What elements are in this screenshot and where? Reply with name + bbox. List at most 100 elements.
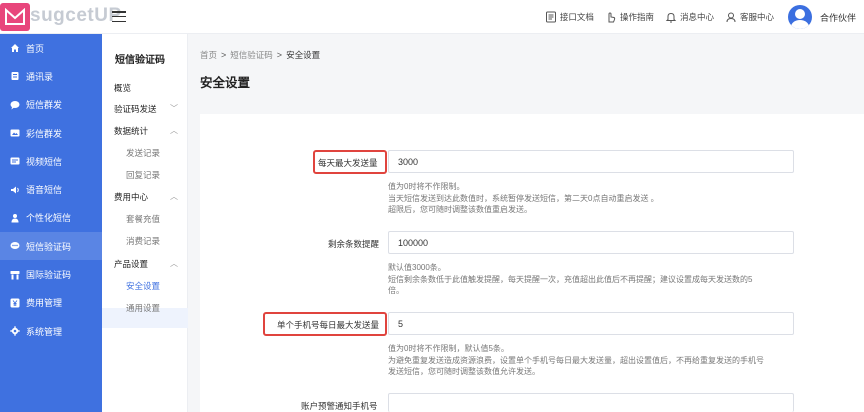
sidebar-item-label: 语音短信 (26, 185, 63, 196)
chevron-up-icon: ︿ (170, 126, 178, 135)
submenu-code-send[interactable]: 验证码发送 ﹀ (114, 103, 180, 115)
globe-icon (10, 270, 20, 280)
submenu: 短信验证码 概览 验证码发送 ﹀ 数据统计 ︿ 发送记录 回复记录 费用中心 ︿ 套餐… (102, 34, 188, 412)
mms-icon (10, 129, 20, 137)
submenu-stats[interactable]: 数据统计 ︿ (114, 125, 180, 137)
submenu-package-recharge[interactable]: 套餐充值 (126, 213, 192, 225)
hint-line: 值为0时将不作限制。 (388, 182, 465, 191)
hint-line: 发送短信，您可随时调整该数值允许发送。 (388, 367, 540, 376)
daily-max-input[interactable] (388, 150, 794, 173)
per-phone-label: 单个手机号每日最大发送量 (277, 320, 380, 330)
sidebar-item-sms-code[interactable]: 短信验证码 (0, 232, 102, 261)
per-phone-hint: 值为0时将不作限制，默认值5条。 为避免重复发送造成资源浪费，设置单个手机号每日… (388, 343, 800, 378)
top-header: sugcetUP 接口文档 操作指南 消息中心 客服中心 合作伙伴 (0, 0, 864, 34)
document-icon (545, 11, 556, 23)
sidebar-item-label: 短信验证码 (26, 241, 72, 252)
submenu-code-send-label: 验证码发送 (114, 104, 157, 114)
chevron-up-icon: ︿ (170, 259, 178, 268)
chevron-right-icon: > (276, 50, 283, 60)
sidebar: 首页 通讯录 短信群发 彩信群发 视频短信 语音短信 个性化短信 短信验证码 国… (0, 34, 102, 412)
remaining-hint: 默认值3000条。 短信剩余条数低于此值触发提醒，每天提醒一次，充值超出此值后不… (388, 262, 800, 297)
daily-max-hint: 值为0时将不作限制。 当天短信发送到达此数值时，系统暂停发送短信，第二天0点自动… (388, 181, 800, 216)
submenu-reply-records[interactable]: 回复记录 (126, 169, 192, 181)
customer-service-link[interactable]: 客服中心 (725, 11, 774, 23)
sidebar-item-mms[interactable]: 彩信群发 (0, 119, 102, 147)
sidebar-item-system[interactable]: 系统管理 (0, 317, 102, 345)
hint-line: 当天短信发送到达此数值时，系统暂停发送短信，第二天0点自动重启发送 。 (388, 193, 659, 203)
home-icon (11, 44, 19, 53)
sidebar-item-label: 系统管理 (26, 326, 63, 337)
sidebar-item-video-sms[interactable]: 视频短信 (0, 147, 102, 175)
sidebar-item-voice-sms[interactable]: 语音短信 (0, 175, 102, 203)
submenu-send-records-label: 发送记录 (126, 148, 161, 158)
hint-line: 超限后，您可随时调整该数值重启发送。 (388, 205, 532, 214)
alert-phone-input[interactable] (388, 393, 794, 412)
submenu-consumption-records[interactable]: 消费记录 (126, 235, 192, 247)
submenu-general-settings-label: 通用设置 (126, 303, 161, 313)
submenu-package-recharge-label: 套餐充值 (126, 214, 161, 224)
sidebar-item-contacts[interactable]: 通讯录 (0, 62, 102, 90)
submenu-overview-label: 概览 (114, 83, 132, 93)
voice-icon (11, 186, 19, 194)
sidebar-item-label: 通讯录 (26, 71, 54, 82)
guide-link[interactable]: 操作指南 (605, 11, 654, 23)
remaining-label: 剩余条数提醒 (328, 239, 380, 249)
sidebar-item-home[interactable]: 首页 (0, 34, 102, 62)
sidebar-item-label: 个性化短信 (26, 213, 72, 224)
hint-line: 倍。 (388, 286, 404, 295)
submenu-security-settings[interactable]: 安全设置 (126, 280, 192, 292)
bell-icon (665, 12, 677, 23)
user-name[interactable]: 合作伙伴 (820, 11, 856, 24)
submenu-send-records[interactable]: 发送记录 (126, 147, 192, 159)
submenu-product-settings[interactable]: 产品设置 ︿ (114, 258, 180, 270)
sidebar-item-label: 首页 (26, 43, 45, 54)
hint-line: 默认值3000条。 (388, 263, 446, 272)
chevron-down-icon: ﹀ (170, 104, 178, 113)
sms-code-icon (10, 242, 20, 250)
logo[interactable] (0, 3, 30, 31)
submenu-title: 短信验证码 (115, 55, 165, 66)
remaining-input[interactable] (388, 231, 794, 254)
submenu-product-settings-label: 产品设置 (114, 259, 149, 269)
contacts-icon (11, 72, 19, 81)
submenu-general-settings[interactable]: 通用设置 (126, 302, 192, 314)
sidebar-item-intl-code[interactable]: 国际验证码 (0, 260, 102, 288)
page-title: 安全设置 (200, 76, 251, 90)
logo-mark-icon (5, 8, 25, 25)
sidebar-item-sms-broadcast[interactable]: 短信群发 (0, 91, 102, 119)
alert-phone-label: 账户预警通知手机号 (301, 401, 378, 411)
personal-icon (11, 213, 19, 223)
guide-label: 操作指南 (619, 12, 654, 22)
message-center-label: 消息中心 (679, 12, 714, 22)
hand-pointer-icon (608, 12, 616, 23)
submenu-fees[interactable]: 费用中心 ︿ (114, 191, 180, 203)
api-docs-label: 接口文档 (559, 12, 594, 22)
breadcrumb: 首页 > 短信验证码 > 安全设置 (200, 49, 320, 61)
logo-text: sugcetUP (30, 5, 122, 26)
hint-line: 为避免重复发送造成资源浪费，设置单个手机号每日最大发送量，超出设置值后，不再给重… (388, 355, 764, 365)
header-actions: 接口文档 操作指南 消息中心 客服中心 合作伙伴 (534, 0, 856, 34)
hint-line: 值为0时将不作限制，默认值5条。 (388, 344, 509, 353)
sidebar-item-label: 国际验证码 (26, 270, 72, 281)
video-icon (10, 157, 20, 165)
submenu-security-settings-label: 安全设置 (126, 281, 161, 291)
chevron-up-icon: ︿ (170, 192, 178, 201)
headset-icon (726, 12, 736, 23)
menu-toggle-icon[interactable] (112, 11, 126, 22)
breadcrumb-sms-code[interactable]: 短信验证码 (230, 49, 273, 61)
message-center-link[interactable]: 消息中心 (665, 11, 714, 23)
sidebar-item-fees[interactable]: 费用管理 (0, 289, 102, 317)
avatar[interactable] (787, 5, 812, 29)
breadcrumb-home[interactable]: 首页 (200, 49, 217, 61)
sidebar-item-personalized-sms[interactable]: 个性化短信 (0, 204, 102, 232)
daily-max-label: 每天最大发送量 (318, 158, 378, 168)
settings-icon (10, 326, 20, 336)
submenu-fees-label: 费用中心 (114, 192, 149, 202)
per-phone-input[interactable] (388, 312, 794, 335)
customer-service-label: 客服中心 (739, 12, 774, 22)
hint-line: 短信剩余条数低于此值触发提醒，每天提醒一次，充值超出此值后不再提醒；建议设置成每… (388, 274, 753, 284)
sidebar-item-label: 费用管理 (26, 298, 63, 309)
chat-icon (10, 100, 20, 110)
api-docs-link[interactable]: 接口文档 (545, 11, 594, 23)
submenu-overview[interactable]: 概览 (114, 82, 180, 94)
